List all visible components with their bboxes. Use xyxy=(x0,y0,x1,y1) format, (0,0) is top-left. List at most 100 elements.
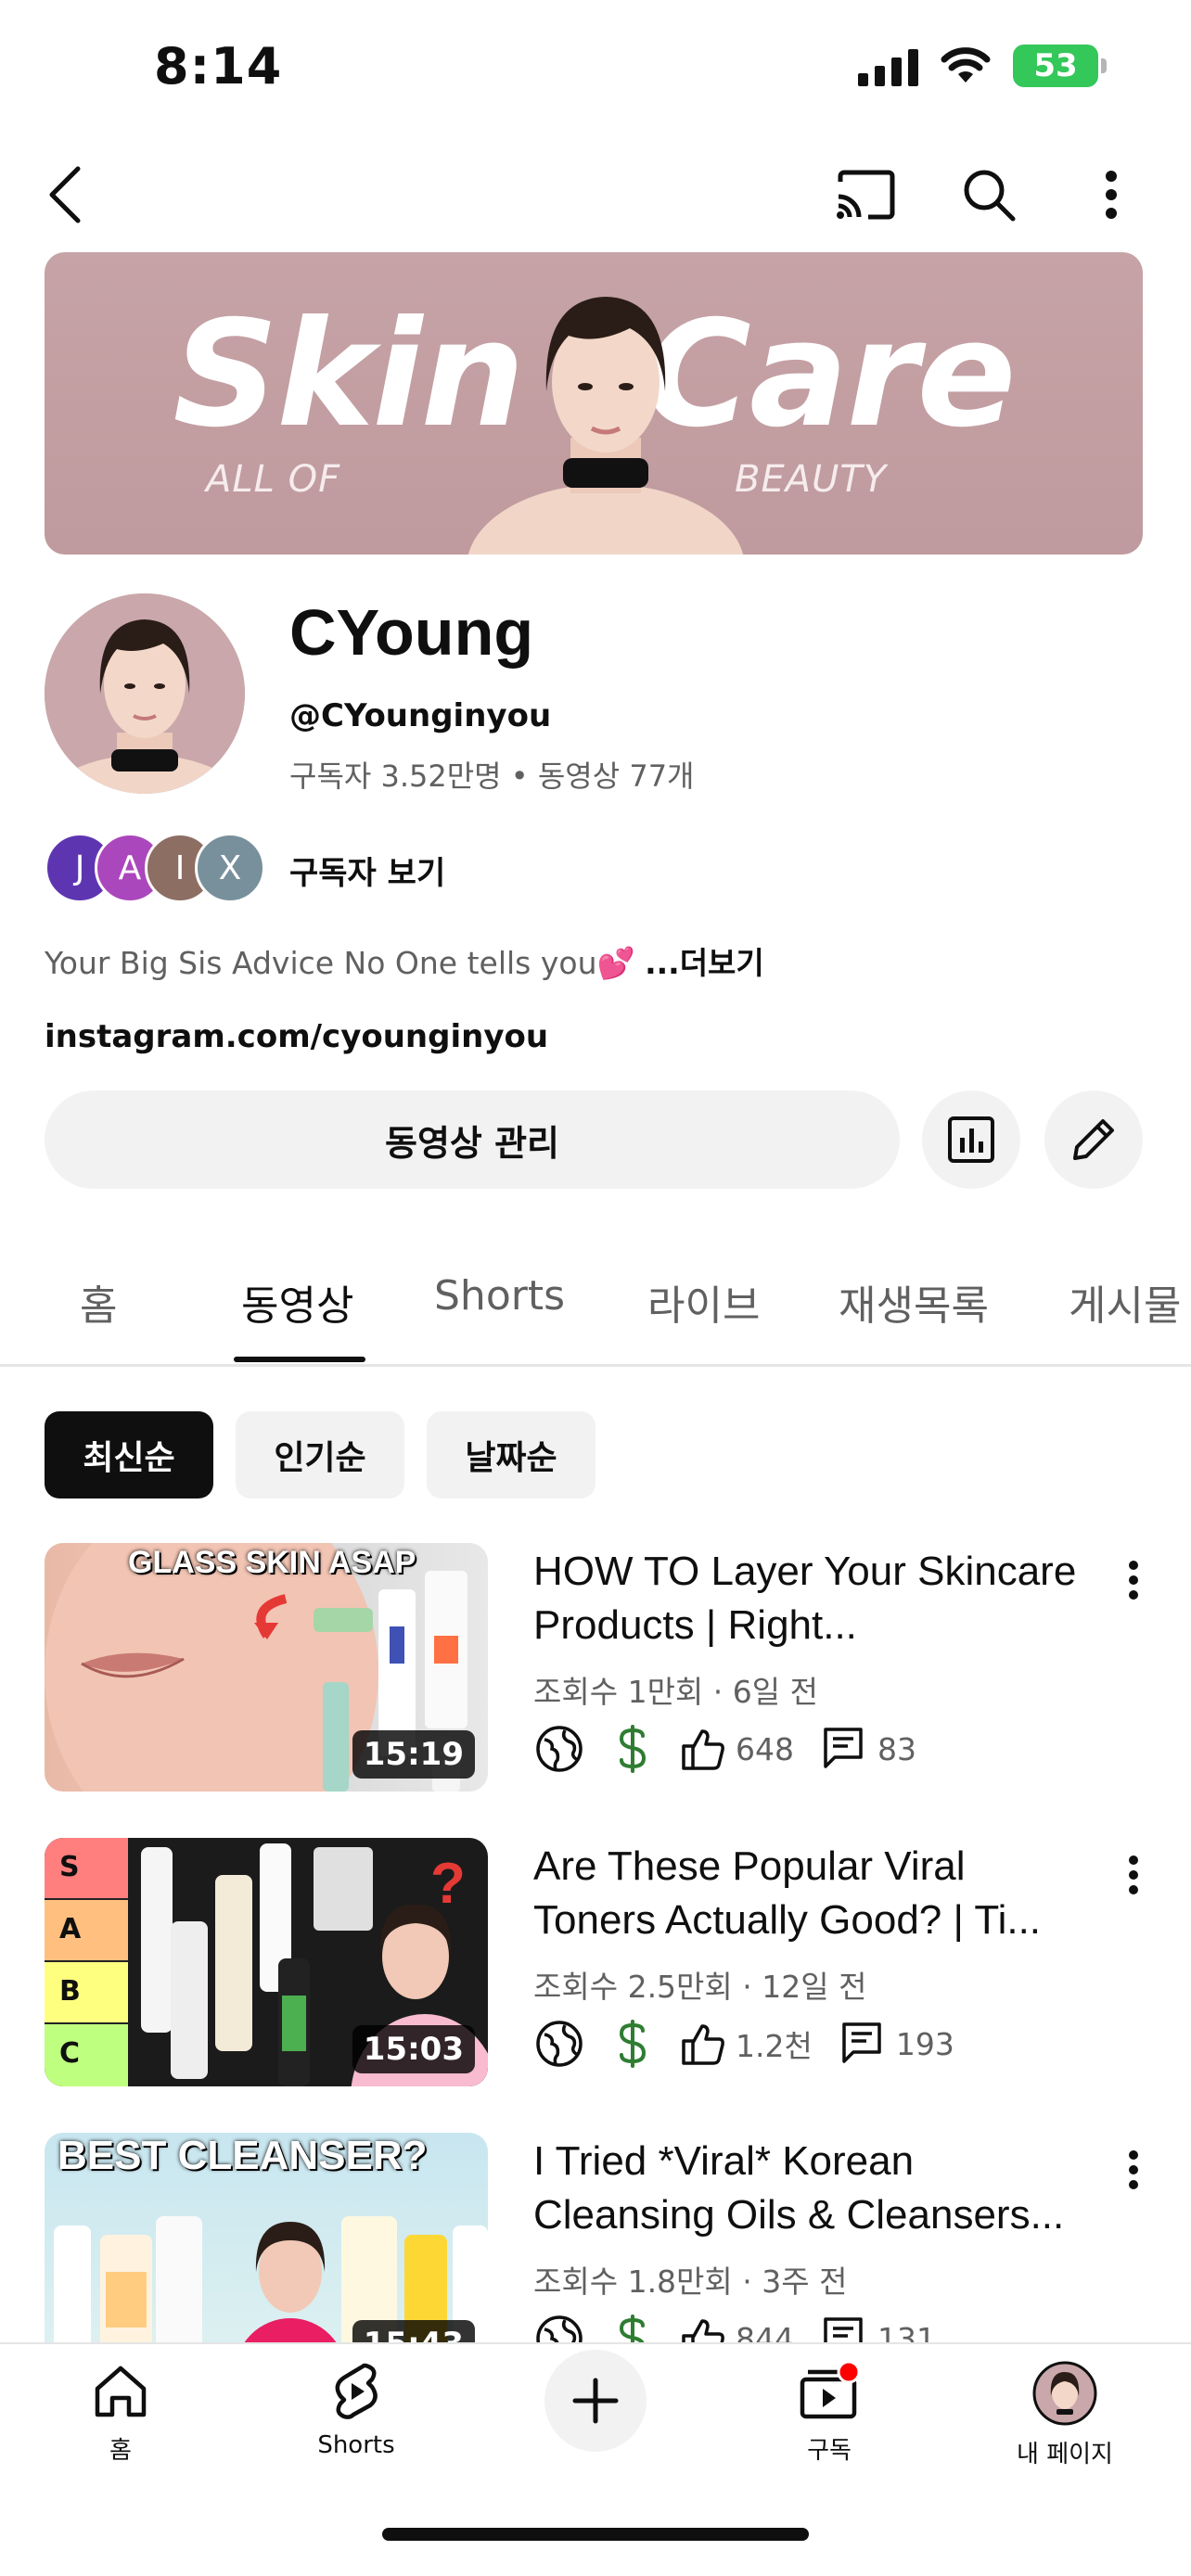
search-button[interactable] xyxy=(954,159,1024,230)
banner-sub-left: ALL OF xyxy=(206,458,341,501)
back-button[interactable] xyxy=(37,158,93,232)
search-icon xyxy=(964,170,1016,222)
channel-description[interactable]: Your Big Sis Advice No One tells you💕 ..… xyxy=(45,938,764,983)
nav-subscriptions[interactable]: 구독 xyxy=(746,2360,913,2466)
tab-shorts[interactable]: Shorts xyxy=(434,1272,565,1320)
channel-avatar[interactable] xyxy=(45,593,245,794)
nav-subscriptions-label: 구독 xyxy=(807,2437,852,2465)
tab-live[interactable]: 라이브 xyxy=(647,1272,760,1332)
manage-videos-button[interactable]: 동영상 관리 xyxy=(45,1090,900,1189)
video-thumbnail[interactable]: GLASS SKIN ASAP 15:19 xyxy=(45,1543,488,1792)
tab-posts[interactable]: 게시물 xyxy=(1069,1272,1181,1332)
subscriber-avatar: X xyxy=(195,833,265,903)
like-count: 1.2천 xyxy=(736,2028,813,2064)
video-more-button[interactable] xyxy=(1128,1855,1150,1901)
monetization-icon[interactable] xyxy=(617,1723,648,1775)
video-duration: 15:03 xyxy=(352,2025,475,2073)
video-title[interactable]: Are These Popular Viral Toners Actually … xyxy=(533,1840,1090,1947)
tab-videos[interactable]: 동영상 xyxy=(241,1272,353,1332)
nav-create[interactable] xyxy=(512,2350,679,2452)
edit-channel-button[interactable] xyxy=(1044,1090,1143,1189)
create-button[interactable] xyxy=(544,2350,647,2452)
svg-text:?: ? xyxy=(430,1852,466,1916)
video-title[interactable]: HOW TO Layer Your Skincare Products | Ri… xyxy=(533,1545,1090,1652)
channel-handle: @CYounginyou xyxy=(289,697,552,734)
video-meta: 조회수 1만회 · 6일 전 xyxy=(533,1674,818,1710)
video-stats: 648 83 xyxy=(533,1721,916,1777)
video-item[interactable]: S A B C ? 15:03 Are These Popular Viral … xyxy=(45,1838,1148,2088)
more-vertical-icon xyxy=(1129,1561,1138,1600)
status-icons: 53 xyxy=(858,45,1107,87)
channel-tabs: 홈 동영상 Shorts 라이브 재생목록 게시물 xyxy=(0,1243,1191,1367)
video-meta: 조회수 1.8만회 · 3주 전 xyxy=(533,2264,848,2300)
nav-shorts[interactable]: Shorts xyxy=(273,2361,440,2459)
analytics-icon xyxy=(948,1116,994,1163)
battery-icon: 53 xyxy=(1013,45,1107,87)
nav-home[interactable]: 홈 xyxy=(37,2361,204,2466)
top-app-bar xyxy=(0,148,1191,241)
comment-icon[interactable] xyxy=(822,1726,864,1772)
pencil-icon xyxy=(1073,1119,1114,1160)
thumbnail-caption: GLASS SKIN ASAP xyxy=(128,1545,416,1580)
banner-sub-right: BEAUTY xyxy=(735,458,888,501)
nav-my-page-label: 내 페이지 xyxy=(1017,2441,1113,2468)
chip-oldest[interactable]: 날짜순 xyxy=(427,1411,596,1498)
tab-home[interactable]: 홈 xyxy=(80,1272,117,1332)
bottom-navigation: 홈 Shorts 구독 내 페이지 xyxy=(0,2342,1191,2576)
home-icon xyxy=(95,2366,147,2417)
create-icon xyxy=(572,2378,619,2424)
video-thumbnail[interactable]: S A B C ? 15:03 xyxy=(45,1838,488,2086)
description-text: Your Big Sis Advice No One tells you💕 xyxy=(45,945,635,981)
banner-portrait xyxy=(467,297,744,555)
video-duration: 15:19 xyxy=(352,1730,475,1779)
more-vertical-icon xyxy=(1106,171,1117,219)
public-visibility-icon[interactable] xyxy=(533,1723,585,1775)
active-tab-indicator xyxy=(234,1357,365,1362)
channel-avatar-image xyxy=(45,593,245,794)
wifi-icon xyxy=(941,47,991,83)
nav-home-label: 홈 xyxy=(109,2437,132,2465)
more-options-button[interactable] xyxy=(1085,159,1137,230)
home-indicator xyxy=(382,2528,809,2541)
cast-icon xyxy=(837,170,895,220)
chip-popular[interactable]: 인기순 xyxy=(236,1411,404,1498)
cellular-signal-icon xyxy=(858,45,918,86)
avatar xyxy=(1032,2361,1097,2426)
notification-dot xyxy=(837,2360,861,2384)
video-item[interactable]: GLASS SKIN ASAP 15:19 HOW TO Layer Your … xyxy=(45,1543,1148,1793)
video-more-button[interactable] xyxy=(1128,2149,1150,2196)
channel-name: CYoung xyxy=(289,596,534,669)
battery-level: 53 xyxy=(1033,47,1078,84)
analytics-button[interactable] xyxy=(922,1090,1020,1189)
subscriber-avatars[interactable]: J A I X xyxy=(45,833,267,903)
tab-playlists[interactable]: 재생목록 xyxy=(839,1272,989,1332)
back-arrow-icon xyxy=(49,166,81,223)
chip-latest[interactable]: 최신순 xyxy=(45,1411,213,1498)
comment-count: 193 xyxy=(895,2025,954,2062)
view-subscribers-link[interactable]: 구독자 보기 xyxy=(289,848,445,893)
cast-button[interactable] xyxy=(830,159,901,230)
public-visibility-icon[interactable] xyxy=(533,2018,585,2070)
subscriptions-icon xyxy=(800,2360,861,2419)
status-time: 8:14 xyxy=(154,37,283,96)
comment-icon[interactable] xyxy=(840,2021,883,2067)
like-icon[interactable] xyxy=(680,1726,726,1772)
channel-banner: Skin Care ALL OF BEAUTY xyxy=(45,252,1143,555)
nav-my-page[interactable]: 내 페이지 xyxy=(981,2361,1148,2469)
video-title[interactable]: I Tried *Viral* Korean Cleansing Oils & … xyxy=(533,2135,1090,2242)
thumbnail-caption: BEST CLEANSER? xyxy=(58,2133,428,2178)
channel-stats: 구독자 3.52만명 • 동영상 77개 xyxy=(289,759,695,794)
more-vertical-icon xyxy=(1129,2150,1138,2189)
more-vertical-icon xyxy=(1129,1855,1138,1894)
video-meta: 조회수 2.5만회 · 12일 전 xyxy=(533,1969,867,2005)
like-count: 648 xyxy=(736,1730,794,1767)
channel-link[interactable]: instagram.com/cyounginyou xyxy=(45,1018,548,1055)
more-link[interactable]: ...더보기 xyxy=(645,945,764,981)
nav-shorts-label: Shorts xyxy=(317,2431,395,2459)
comment-count: 83 xyxy=(877,1730,916,1767)
like-icon[interactable] xyxy=(680,2021,726,2067)
video-stats: 1.2천 193 xyxy=(533,2016,954,2072)
shorts-icon xyxy=(335,2363,378,2419)
monetization-icon[interactable] xyxy=(617,2018,648,2070)
video-more-button[interactable] xyxy=(1128,1560,1150,1606)
